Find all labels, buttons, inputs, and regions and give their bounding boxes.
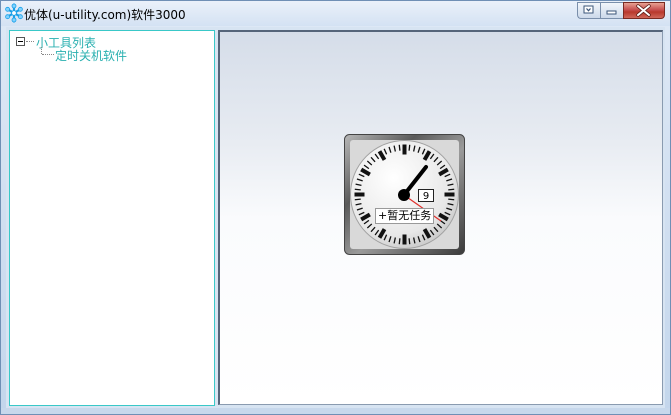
tree-connector bbox=[26, 41, 34, 42]
clock-widget[interactable]: 9 +暂无任务 bbox=[344, 134, 465, 255]
clock-minute-tick bbox=[448, 188, 455, 191]
close-icon bbox=[636, 4, 651, 17]
clock-minute-tick bbox=[398, 238, 401, 245]
clock-minute-tick bbox=[408, 238, 411, 245]
tree-connector bbox=[41, 47, 42, 54]
minimize-icon bbox=[606, 10, 617, 15]
clock-minute-tick bbox=[354, 188, 361, 191]
close-button[interactable] bbox=[623, 2, 665, 19]
clock-minute-tick bbox=[408, 144, 411, 151]
tree-connector bbox=[42, 54, 54, 55]
task-status[interactable]: +暂无任务 bbox=[375, 208, 435, 224]
clock-center bbox=[398, 189, 410, 201]
clock-minute-tick bbox=[448, 198, 455, 201]
tree-item-shutdown-tool[interactable]: 定时关机软件 bbox=[55, 47, 127, 64]
status-bar bbox=[1, 408, 670, 414]
title-bar[interactable]: 优体(u-utility.com)软件3000 bbox=[1, 1, 670, 26]
snowflake-icon bbox=[5, 3, 23, 23]
minimize-button[interactable] bbox=[600, 2, 623, 19]
analog-clock bbox=[344, 134, 465, 255]
client-area: 小工具列表 定时关机软件 9 +暂无任务 bbox=[6, 27, 665, 408]
menu-icon bbox=[583, 5, 594, 14]
clock-minute-tick bbox=[398, 144, 401, 151]
window-controls bbox=[577, 2, 665, 20]
tool-tree[interactable]: 小工具列表 定时关机软件 bbox=[9, 30, 215, 406]
app-window: 优体(u-utility.com)软件3000 小工具列表 定时关机软件 9 +… bbox=[0, 0, 671, 415]
menu-button[interactable] bbox=[577, 2, 600, 19]
content-pane: 9 +暂无任务 bbox=[218, 30, 663, 405]
date-display: 9 bbox=[418, 189, 434, 202]
window-title: 优体(u-utility.com)软件3000 bbox=[24, 8, 186, 22]
tree-collapse-toggle[interactable] bbox=[16, 37, 25, 46]
clock-minute-tick bbox=[354, 198, 361, 201]
